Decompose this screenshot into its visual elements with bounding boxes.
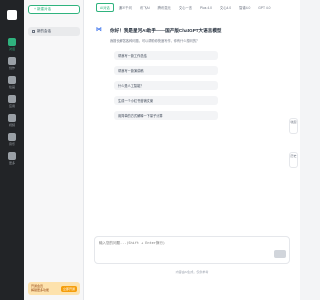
chat-main-area: AI对话 通义千问 讯飞AI 腾讯混元 文心一言 Plus 4.0 文心4.0 智谱4.0 GP… bbox=[84, 0, 300, 300]
rail-item-4[interactable]: 视频 bbox=[0, 114, 24, 127]
rail-item-6[interactable]: 更多 bbox=[0, 152, 24, 165]
rail-item-0[interactable]: 对话 bbox=[0, 38, 24, 51]
collapse-float-label: 收起 bbox=[290, 120, 297, 124]
app-logo-icon[interactable] bbox=[7, 10, 17, 20]
greeting-title: 你好！我是星河AI助手——国产版ChatGPT大语言模型 bbox=[110, 28, 222, 33]
suggestion-item[interactable]: 什么是人工智能？ bbox=[114, 81, 218, 90]
history-float-button[interactable]: 历史 bbox=[289, 152, 298, 168]
model-tab[interactable]: 文心4.0 bbox=[217, 3, 234, 12]
rail-item-label: 创作 bbox=[8, 66, 15, 70]
rail-item-2[interactable]: 绘画 bbox=[0, 76, 24, 89]
chat-input[interactable] bbox=[94, 236, 290, 264]
left-icon-rail: 对话创作绘画应用视频音乐更多 bbox=[0, 0, 24, 300]
suggestion-item[interactable]: 用简单的方式解释一下量子计算 bbox=[114, 111, 218, 120]
chat-icon bbox=[8, 38, 16, 46]
new-chat-button[interactable]: + 新建对话 bbox=[28, 5, 80, 14]
promo-text: 开通会员 解锁更多功能 bbox=[31, 283, 50, 292]
conversation-sidebar: + 新建对话 新的会话 开通会员 解锁更多功能 立即开通 bbox=[24, 0, 84, 300]
model-tab[interactable]: 腾讯混元 bbox=[155, 3, 174, 12]
suggestion-item[interactable]: 帮我写一篇工作总结 bbox=[114, 51, 218, 60]
model-tabs: AI对话 通义千问 讯飞AI 腾讯混元 文心一言 Plus 4.0 文心4.0 智谱4.0 GP… bbox=[96, 3, 274, 12]
rail-item-label: 绘画 bbox=[8, 85, 15, 89]
send-button[interactable] bbox=[274, 250, 286, 258]
model-tab[interactable]: 通义千问 bbox=[116, 3, 135, 12]
chat-item-title: 新的会话 bbox=[37, 29, 51, 33]
model-tab[interactable]: Plus 4.0 bbox=[197, 3, 215, 12]
history-float-label: 历史 bbox=[290, 154, 297, 158]
rail-item-1[interactable]: 创作 bbox=[0, 57, 24, 70]
rail-item-label: 应用 bbox=[8, 104, 15, 108]
rail-item-label: 视频 bbox=[8, 123, 15, 127]
collapse-float-button[interactable]: 收起 bbox=[289, 118, 298, 134]
chat-icon bbox=[32, 30, 35, 33]
video-icon bbox=[8, 114, 16, 122]
rail-item-label: 更多 bbox=[8, 161, 15, 165]
model-tab[interactable]: GPT 4.0 bbox=[255, 3, 273, 12]
rail-item-5[interactable]: 音乐 bbox=[0, 133, 24, 146]
suggestion-item[interactable]: 帮我写一篇演讲稿 bbox=[114, 66, 218, 75]
paint-icon bbox=[8, 76, 16, 84]
rail-item-label: 音乐 bbox=[8, 142, 15, 146]
apps-icon bbox=[8, 95, 16, 103]
pen-icon bbox=[8, 57, 16, 65]
model-tab[interactable]: 文心一言 bbox=[176, 3, 195, 12]
suggestion-item[interactable]: 生成一个小红书营销文案 bbox=[114, 96, 218, 105]
rail-item-label: 对话 bbox=[8, 47, 15, 51]
greeting-subtitle: 我擅长解答各种问题，可以帮助你快速写作，你有什么想问的？ bbox=[110, 39, 200, 43]
model-tab[interactable]: 智谱4.0 bbox=[236, 3, 253, 12]
rail-item-3[interactable]: 应用 bbox=[0, 95, 24, 108]
music-icon bbox=[8, 133, 16, 141]
bot-avatar-icon: ⋈ bbox=[96, 27, 102, 33]
chat-list-item[interactable]: 新的会话 bbox=[28, 27, 80, 36]
membership-promo[interactable]: 开通会员 解锁更多功能 立即开通 bbox=[28, 282, 80, 295]
footer-note: 内容由AI生成，仅供参考 bbox=[175, 270, 209, 274]
model-tab[interactable]: 讯飞AI bbox=[137, 3, 153, 12]
more-icon bbox=[8, 152, 16, 160]
model-tab[interactable]: AI对话 bbox=[96, 3, 114, 12]
promo-button[interactable]: 立即开通 bbox=[60, 285, 77, 292]
